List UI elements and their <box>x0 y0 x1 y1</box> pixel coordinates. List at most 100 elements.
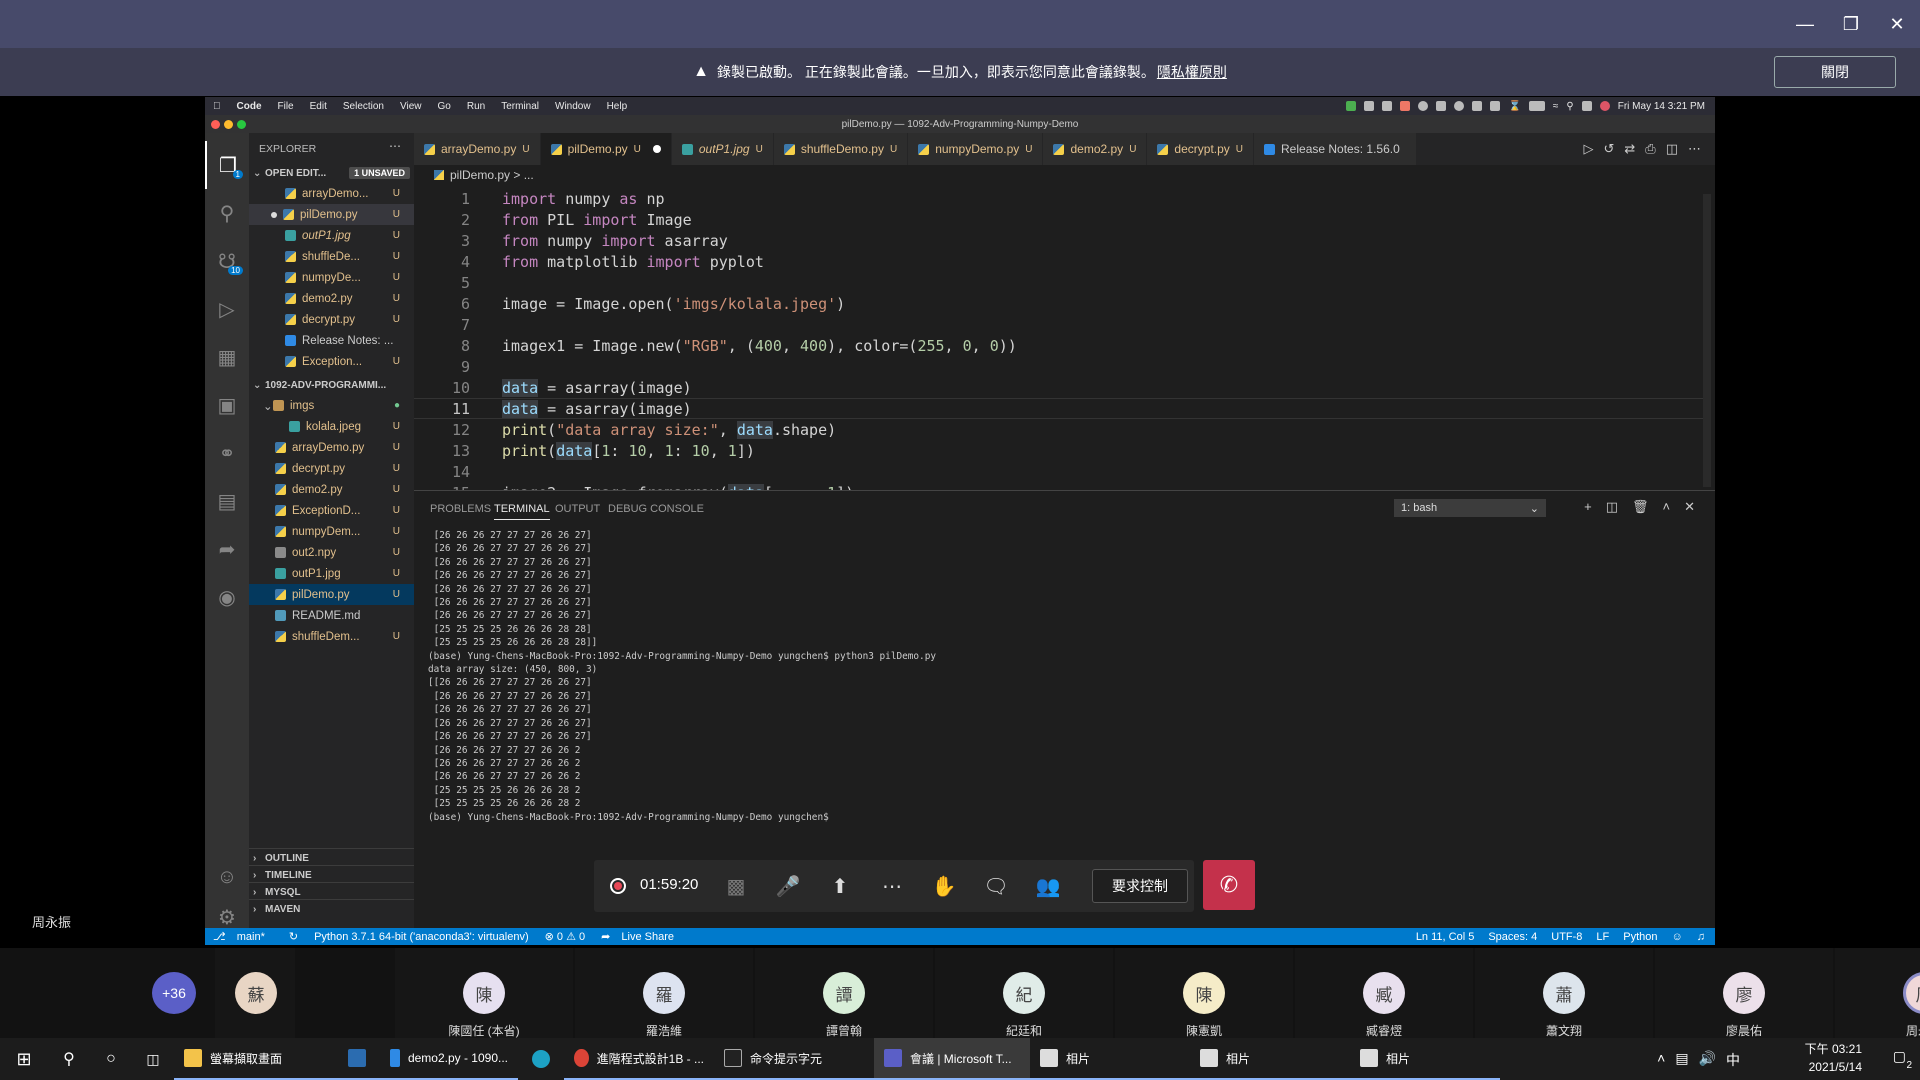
breadcrumb[interactable]: pilDemo.py > ... <box>414 165 534 185</box>
tree-file-item[interactable]: README.md <box>249 605 414 626</box>
open-editor-item[interactable]: arrayDemo... U <box>249 183 414 204</box>
editor-tab[interactable]: demo2.py U <box>1043 133 1148 165</box>
menu-go[interactable]: Go <box>438 101 451 112</box>
taskbar-clock[interactable]: 下午 03:21 2021/5/14 <box>1805 1040 1862 1076</box>
wifi-icon[interactable]: ≈ <box>1553 101 1559 112</box>
print-icon[interactable]: ⎙ <box>1645 141 1655 157</box>
mute-icon[interactable] <box>1490 101 1501 111</box>
share-button[interactable]: ⬆ <box>814 860 866 912</box>
battery-app-icon[interactable] <box>1346 101 1357 111</box>
open-editor-item[interactable]: shuffleDe... U <box>249 246 414 267</box>
tree-file-item[interactable]: ExceptionD... U <box>249 500 414 521</box>
open-editor-item[interactable]: Exception... U <box>249 351 414 372</box>
indentation[interactable]: Spaces: 4 <box>1488 931 1537 943</box>
close-panel-icon[interactable]: ✕ <box>1684 499 1695 515</box>
more-actions-icon[interactable]: ⋯ <box>389 139 401 153</box>
tab-problems[interactable]: PROBLEMS <box>430 503 491 515</box>
remote-explorer-icon[interactable]: ▤ <box>205 477 249 525</box>
editor-tab[interactable]: numpyDemo.py U <box>908 133 1044 165</box>
code-editor[interactable]: 1 import numpy as np 2 from PIL import Ima… <box>414 185 1715 502</box>
chevron-up-icon[interactable]: ˄ <box>1657 1050 1665 1070</box>
terminal-output[interactable]: [26 26 26 27 27 27 26 26 27] [26 26 26 2… <box>428 529 936 824</box>
taskbar-edge[interactable] <box>518 1038 564 1080</box>
open-editor-item[interactable]: outP1.jpg U <box>249 225 414 246</box>
a-icon[interactable] <box>1472 101 1483 111</box>
task-view-icon[interactable]: ◫ <box>132 1038 174 1080</box>
search-icon[interactable]: ⚲ <box>48 1038 90 1080</box>
taskbar-photos-1[interactable]: 相片 <box>1030 1038 1190 1080</box>
participant-tile[interactable]: 周周永振 <box>1835 948 1920 1038</box>
volume-icon[interactable]: 🔊 <box>1699 1050 1716 1070</box>
start-icon[interactable]: ⊞ <box>0 1038 48 1080</box>
git-graph-icon[interactable]: ⚭ <box>205 429 249 477</box>
taskbar-app[interactable] <box>334 1038 380 1080</box>
tab-debug-console[interactable]: DEBUG CONSOLE <box>608 503 704 515</box>
taskbar-vscode[interactable]: demo2.py - 1090... <box>380 1038 518 1080</box>
open-editor-item[interactable]: pilDemo.py U <box>249 204 414 225</box>
more-icon[interactable]: ⋯ <box>1688 141 1701 157</box>
record-icon[interactable] <box>1454 101 1465 111</box>
taskbar-explorer[interactable]: 螢幕擷取畫面 <box>174 1038 334 1080</box>
folder-icon[interactable]: ▣ <box>205 381 249 429</box>
editor-tab[interactable]: arrayDemo.py U <box>414 133 541 165</box>
privacy-link[interactable]: 隱私權原則 <box>1157 62 1227 82</box>
hang-up-button[interactable]: ✆ <box>1203 860 1255 910</box>
taskbar-photos-3[interactable]: 相片 <box>1350 1038 1500 1080</box>
battery-icon[interactable] <box>1528 101 1545 111</box>
compare-icon[interactable]: ⇄ <box>1624 141 1635 157</box>
encoding[interactable]: UTF-8 <box>1551 931 1582 943</box>
taskbar-photos-2[interactable]: 相片 <box>1190 1038 1350 1080</box>
close-banner-button[interactable]: 關閉 <box>1774 56 1896 88</box>
menu-terminal[interactable]: Terminal <box>501 101 539 112</box>
tree-file-item[interactable]: demo2.py U <box>249 479 414 500</box>
minimize-button[interactable]: — <box>1782 0 1828 48</box>
tab-output[interactable]: OUTPUT <box>555 503 600 515</box>
github-icon[interactable]: ◉ <box>205 573 249 621</box>
raise-hand-button[interactable]: ✋ <box>918 860 970 912</box>
participant-tile[interactable]: 羅羅浩維 <box>575 948 753 1038</box>
tree-file-item[interactable]: out2.npy U <box>249 542 414 563</box>
request-control-button[interactable]: 要求控制 <box>1092 869 1188 903</box>
network-icon[interactable]: ▤ <box>1675 1050 1688 1070</box>
live-share-status[interactable]: ➦ Live Share <box>601 930 682 943</box>
sync-icon[interactable]: ↻ <box>289 930 298 943</box>
participant-tile[interactable]: 陳陳國任 (本省) <box>395 948 573 1038</box>
participant-tile[interactable]: 蘇 <box>215 948 295 1038</box>
notification-icon[interactable]: ▢ 2 <box>1893 1048 1912 1071</box>
explorer-icon[interactable]: ❐ 1 <box>205 141 249 189</box>
language-mode[interactable]: Python <box>1623 931 1657 943</box>
chat-button[interactable]: 🗨 <box>970 860 1022 912</box>
more-participants-button[interactable]: +36 <box>152 972 196 1014</box>
run-debug-icon[interactable]: ▷ <box>205 285 249 333</box>
editor-tab[interactable]: outP1.jpg U <box>671 133 774 165</box>
search-icon[interactable]: ⚲ <box>1566 101 1573 112</box>
tree-file-item[interactable]: pilDemo.py U <box>249 584 414 605</box>
feedback-icon[interactable]: ☺ <box>1672 931 1683 943</box>
source-control-icon[interactable]: ☋ 10 <box>205 237 249 285</box>
tree-file-item[interactable]: kolala.jpeg U <box>249 416 414 437</box>
editor-tab[interactable]: pilDemo.py U <box>540 133 672 165</box>
problems-status[interactable]: ⊗ 0 ⚠ 0 <box>545 930 585 943</box>
menu-run[interactable]: Run <box>467 101 485 112</box>
skype-icon[interactable] <box>1418 101 1429 111</box>
cursor-position[interactable]: Ln 11, Col 5 <box>1416 931 1475 943</box>
menu-code[interactable]: Code <box>237 101 262 112</box>
user-icon[interactable] <box>1599 101 1610 111</box>
tree-file-item[interactable]: outP1.jpg U <box>249 563 414 584</box>
display-icon[interactable] <box>1382 101 1393 111</box>
mic-off-button[interactable]: 🎤 <box>762 860 814 912</box>
app-icon[interactable] <box>1400 101 1411 111</box>
branch-status[interactable]: ⎇ main* <box>213 930 273 943</box>
wechat-icon[interactable] <box>1364 101 1375 111</box>
terminal-select[interactable]: 1: bash ⌄ <box>1394 499 1546 517</box>
taskbar-teams[interactable]: 會議 | Microsoft T... <box>874 1038 1030 1080</box>
menu-edit[interactable]: Edit <box>310 101 327 112</box>
close-window-button[interactable]: ✕ <box>1874 0 1920 48</box>
history-icon[interactable]: ↺ <box>1603 141 1614 157</box>
apple-icon[interactable]:  <box>213 101 221 112</box>
editor-tab[interactable]: shuffleDemo.py U <box>773 133 909 165</box>
participant-tile[interactable]: 譚譚曾翰 <box>755 948 933 1038</box>
unsaved-dot-icon[interactable] <box>652 145 661 153</box>
tree-file-item[interactable]: arrayDemo.py U <box>249 437 414 458</box>
maven-section[interactable]: › MAVEN <box>249 899 414 919</box>
